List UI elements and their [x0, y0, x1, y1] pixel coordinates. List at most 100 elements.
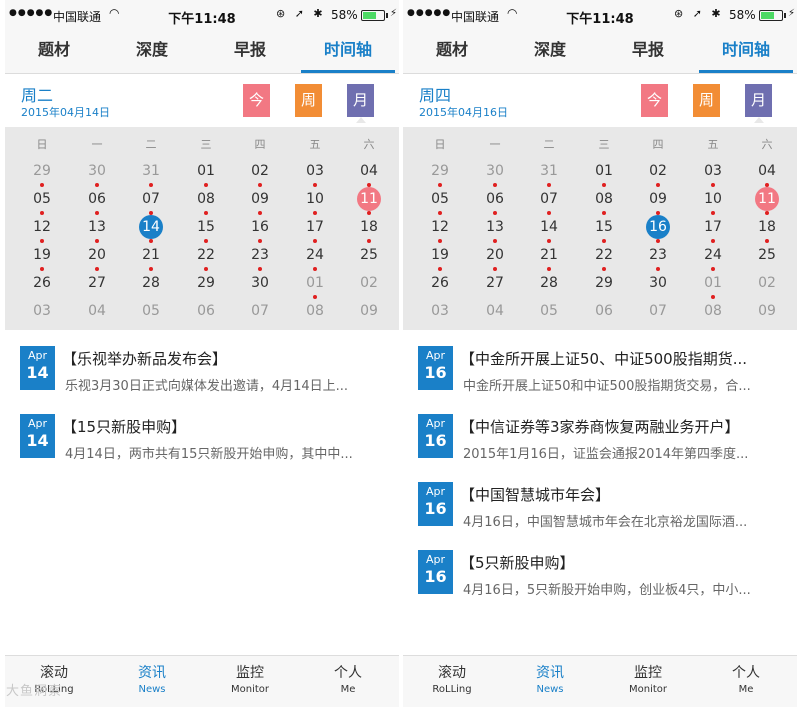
calendar-day[interactable]: 01 [693, 271, 733, 299]
calendar-day[interactable]: 09 [240, 187, 280, 215]
bottom-tab-me[interactable]: 个人 Me [697, 656, 795, 706]
calendar-day[interactable]: 17 [693, 215, 733, 243]
news-list-item[interactable]: Apr 16 【中信证券等3家券商恢复两融业务开户】 2015年1月16日，证监会通报… [403, 404, 797, 472]
calendar-day[interactable]: 31 [131, 159, 171, 187]
calendar-day[interactable]: 28 [131, 271, 171, 299]
calendar-day[interactable]: 26 [420, 271, 460, 299]
top-tab-1[interactable]: 深度 [103, 30, 201, 74]
news-list-item[interactable]: Apr 16 【中金所开展上证50、中证500股指期货... 中金所开展上证50和中证… [403, 336, 797, 404]
calendar-day[interactable]: 25 [747, 243, 787, 271]
top-tab-0[interactable]: 题材 [403, 30, 501, 74]
top-tab-1[interactable]: 深度 [501, 30, 599, 74]
calendar-day[interactable]: 24 [693, 243, 733, 271]
calendar-day[interactable]: 02 [747, 271, 787, 299]
calendar-day[interactable]: 08 [295, 299, 335, 327]
calendar-day[interactable]: 05 [131, 299, 171, 327]
top-tab-2[interactable]: 早报 [599, 30, 697, 74]
calendar-day[interactable]: 08 [584, 187, 624, 215]
calendar-day[interactable]: 21 [131, 243, 171, 271]
calendar-day[interactable]: 03 [693, 159, 733, 187]
news-list-item[interactable]: Apr 16 【5只新股申购】 4月16日，5只新股开始申购，创业板4只，中小... [403, 540, 797, 608]
calendar-day[interactable]: 13 [77, 215, 117, 243]
calendar-day[interactable]: 18 [349, 215, 389, 243]
calendar-day[interactable]: 01 [295, 271, 335, 299]
calendar-day[interactable]: 11 [747, 187, 787, 215]
calendar-day[interactable]: 19 [420, 243, 460, 271]
bottom-tab-news[interactable]: 资讯 News [103, 656, 201, 706]
calendar-day[interactable]: 02 [638, 159, 678, 187]
calendar-day[interactable]: 07 [638, 299, 678, 327]
calendar-day[interactable]: 30 [475, 159, 515, 187]
calendar-day[interactable]: 31 [529, 159, 569, 187]
calendar-day[interactable]: 04 [349, 159, 389, 187]
calendar-day[interactable]: 29 [186, 271, 226, 299]
calendar-day[interactable]: 30 [240, 271, 280, 299]
calendar-day[interactable]: 14 [529, 215, 569, 243]
calendar-day[interactable]: 16 [638, 215, 678, 243]
calendar-day[interactable]: 06 [186, 299, 226, 327]
calendar-day[interactable]: 23 [240, 243, 280, 271]
calendar-day[interactable]: 02 [349, 271, 389, 299]
calendar-day[interactable]: 09 [349, 299, 389, 327]
calendar-day[interactable]: 30 [77, 159, 117, 187]
bottom-tab-news[interactable]: 资讯 News [501, 656, 599, 706]
calendar-day[interactable]: 13 [475, 215, 515, 243]
calendar-day[interactable]: 24 [295, 243, 335, 271]
calendar-day[interactable]: 05 [420, 187, 460, 215]
calendar-day[interactable]: 03 [420, 299, 460, 327]
calendar-day[interactable]: 12 [22, 215, 62, 243]
calendar-day[interactable]: 04 [77, 299, 117, 327]
top-tab-3[interactable]: 时间轴 [697, 30, 795, 74]
month-view-button[interactable]: 月 [347, 84, 374, 117]
calendar-day[interactable]: 03 [22, 299, 62, 327]
calendar-day[interactable]: 29 [584, 271, 624, 299]
top-tab-3[interactable]: 时间轴 [299, 30, 397, 74]
calendar-day[interactable]: 22 [186, 243, 226, 271]
calendar-day[interactable]: 04 [475, 299, 515, 327]
calendar-day[interactable]: 26 [22, 271, 62, 299]
calendar-day[interactable]: 21 [529, 243, 569, 271]
calendar-day[interactable]: 06 [77, 187, 117, 215]
calendar-day[interactable]: 06 [584, 299, 624, 327]
calendar-day[interactable]: 10 [693, 187, 733, 215]
calendar-day[interactable]: 30 [638, 271, 678, 299]
calendar-day[interactable]: 02 [240, 159, 280, 187]
calendar-day[interactable]: 14 [131, 215, 171, 243]
calendar-day[interactable]: 29 [22, 159, 62, 187]
calendar-day[interactable]: 09 [638, 187, 678, 215]
news-list-item[interactable]: Apr 14 【乐视举办新品发布会】 乐视3月30日正式向媒体发出邀请，4月14日上.… [5, 336, 399, 404]
bottom-tab-rolling[interactable]: 滚动 RoLLing [403, 656, 501, 706]
top-tab-0[interactable]: 题材 [5, 30, 103, 74]
calendar-day[interactable]: 05 [22, 187, 62, 215]
calendar-day[interactable]: 20 [77, 243, 117, 271]
today-view-button[interactable]: 今 [243, 84, 270, 117]
today-view-button[interactable]: 今 [641, 84, 668, 117]
calendar-day[interactable]: 04 [747, 159, 787, 187]
calendar-day[interactable]: 11 [349, 187, 389, 215]
calendar-day[interactable]: 15 [186, 215, 226, 243]
calendar-day[interactable]: 06 [475, 187, 515, 215]
week-view-button[interactable]: 周 [693, 84, 720, 117]
calendar-day[interactable]: 01 [186, 159, 226, 187]
calendar-day[interactable]: 08 [693, 299, 733, 327]
calendar-day[interactable]: 19 [22, 243, 62, 271]
calendar-day[interactable]: 01 [584, 159, 624, 187]
calendar-day[interactable]: 08 [186, 187, 226, 215]
calendar-day[interactable]: 23 [638, 243, 678, 271]
bottom-tab-me[interactable]: 个人 Me [299, 656, 397, 706]
calendar-day[interactable]: 18 [747, 215, 787, 243]
calendar-day[interactable]: 27 [475, 271, 515, 299]
calendar-day[interactable]: 28 [529, 271, 569, 299]
week-view-button[interactable]: 周 [295, 84, 322, 117]
calendar-day[interactable]: 27 [77, 271, 117, 299]
top-tab-2[interactable]: 早报 [201, 30, 299, 74]
calendar-day[interactable]: 29 [420, 159, 460, 187]
news-list-item[interactable]: Apr 16 【中国智慧城市年会】 4月16日，中国智慧城市年会在北京裕龙国际酒... [403, 472, 797, 540]
calendar-day[interactable]: 25 [349, 243, 389, 271]
calendar-day[interactable]: 05 [529, 299, 569, 327]
news-list-item[interactable]: Apr 14 【15只新股申购】 4月14日，两市共有15只新股开始申购，其中中... [5, 404, 399, 472]
calendar-day[interactable]: 20 [475, 243, 515, 271]
calendar-day[interactable]: 10 [295, 187, 335, 215]
calendar-day[interactable]: 17 [295, 215, 335, 243]
month-view-button[interactable]: 月 [745, 84, 772, 117]
